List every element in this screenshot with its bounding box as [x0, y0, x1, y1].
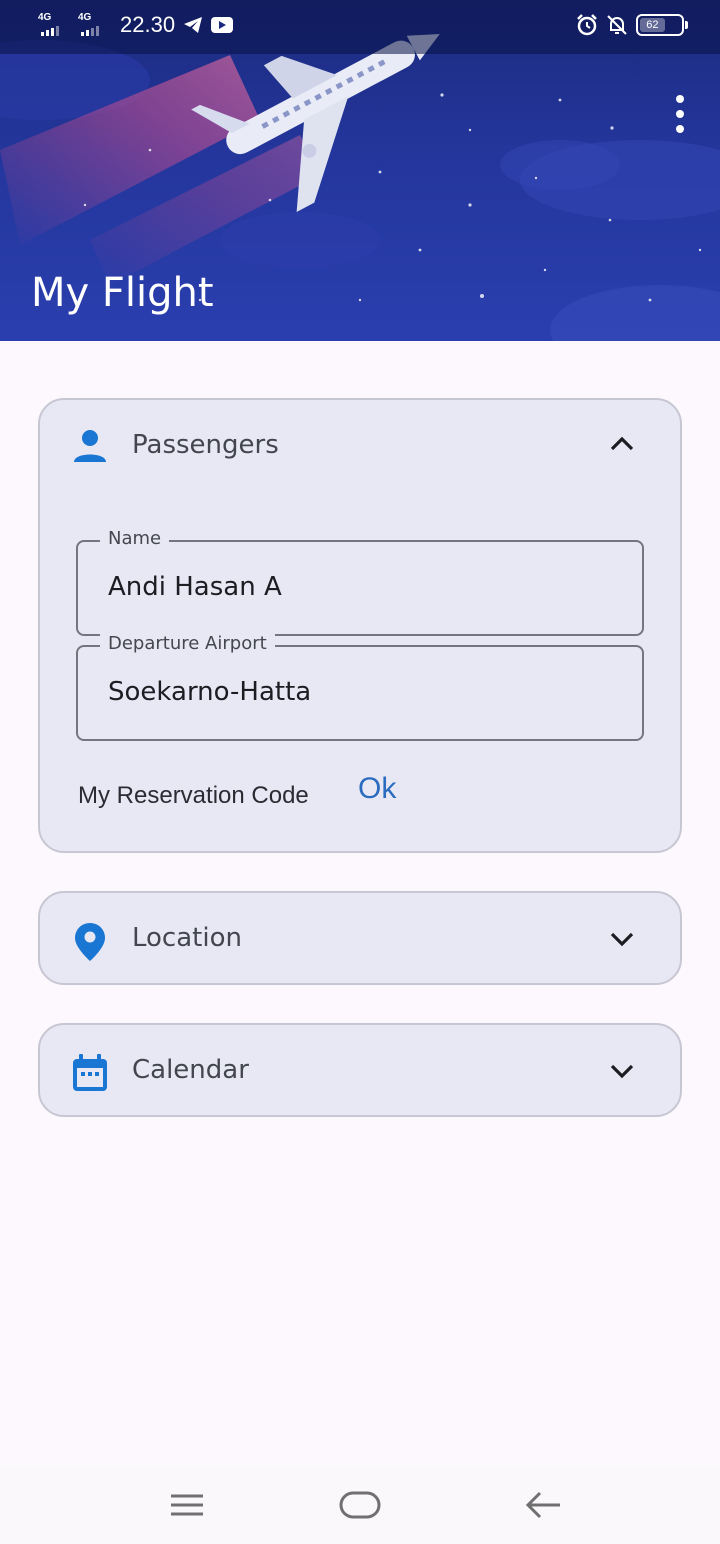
location-title: Location	[132, 923, 242, 953]
battery-level: 62	[640, 18, 665, 32]
name-field-label: Name	[100, 528, 170, 549]
more-vert-icon[interactable]	[668, 92, 692, 136]
app-root: 4G 4G 22.30 62 My Flight Passengers Name…	[0, 0, 720, 1544]
status-bar: 4G 4G 22.30 62	[0, 0, 720, 54]
back-arrow-icon[interactable]	[524, 1486, 562, 1524]
system-nav-bar	[0, 1466, 720, 1544]
chevron-down-icon[interactable]	[608, 1061, 636, 1081]
passengers-header[interactable]: Passengers	[40, 400, 680, 492]
signal-icon: 4G	[38, 12, 70, 38]
telegram-icon	[184, 17, 203, 33]
alarm-icon	[577, 14, 597, 36]
calendar-header[interactable]: Calendar	[40, 1025, 680, 1117]
person-icon	[74, 430, 106, 462]
youtube-icon	[211, 17, 234, 33]
page-title: My Flight	[31, 270, 214, 316]
ok-button[interactable]: Ok	[358, 772, 396, 806]
location-pin-icon	[75, 923, 105, 961]
departure-airport-value: Soekarno-Hatta	[108, 677, 312, 707]
calendar-card[interactable]: Calendar	[38, 1023, 682, 1117]
notifications-off-icon	[607, 15, 627, 35]
passengers-title: Passengers	[132, 430, 279, 460]
calendar-title: Calendar	[132, 1055, 249, 1085]
battery-icon: 62	[636, 14, 688, 36]
signal-icon: 4G	[78, 12, 110, 38]
departure-airport-field[interactable]: Departure Airport Soekarno-Hatta	[76, 633, 644, 741]
location-card[interactable]: Location	[38, 891, 682, 985]
menu-icon[interactable]	[168, 1486, 206, 1524]
departure-airport-label: Departure Airport	[100, 633, 275, 654]
chevron-up-icon[interactable]	[608, 434, 636, 454]
reservation-code-label: My Reservation Code	[78, 782, 309, 809]
clock: 22.30	[120, 12, 176, 37]
location-header[interactable]: Location	[40, 893, 680, 985]
header-banner: 4G 4G 22.30 62 My Flight	[0, 0, 720, 341]
chevron-down-icon[interactable]	[608, 929, 636, 949]
passengers-card: Passengers Name Andi Hasan A Departure A…	[38, 398, 682, 853]
home-pill-icon[interactable]	[338, 1486, 382, 1524]
calendar-icon	[73, 1054, 107, 1091]
name-field[interactable]: Name Andi Hasan A	[76, 528, 644, 636]
name-field-value: Andi Hasan A	[108, 572, 282, 602]
